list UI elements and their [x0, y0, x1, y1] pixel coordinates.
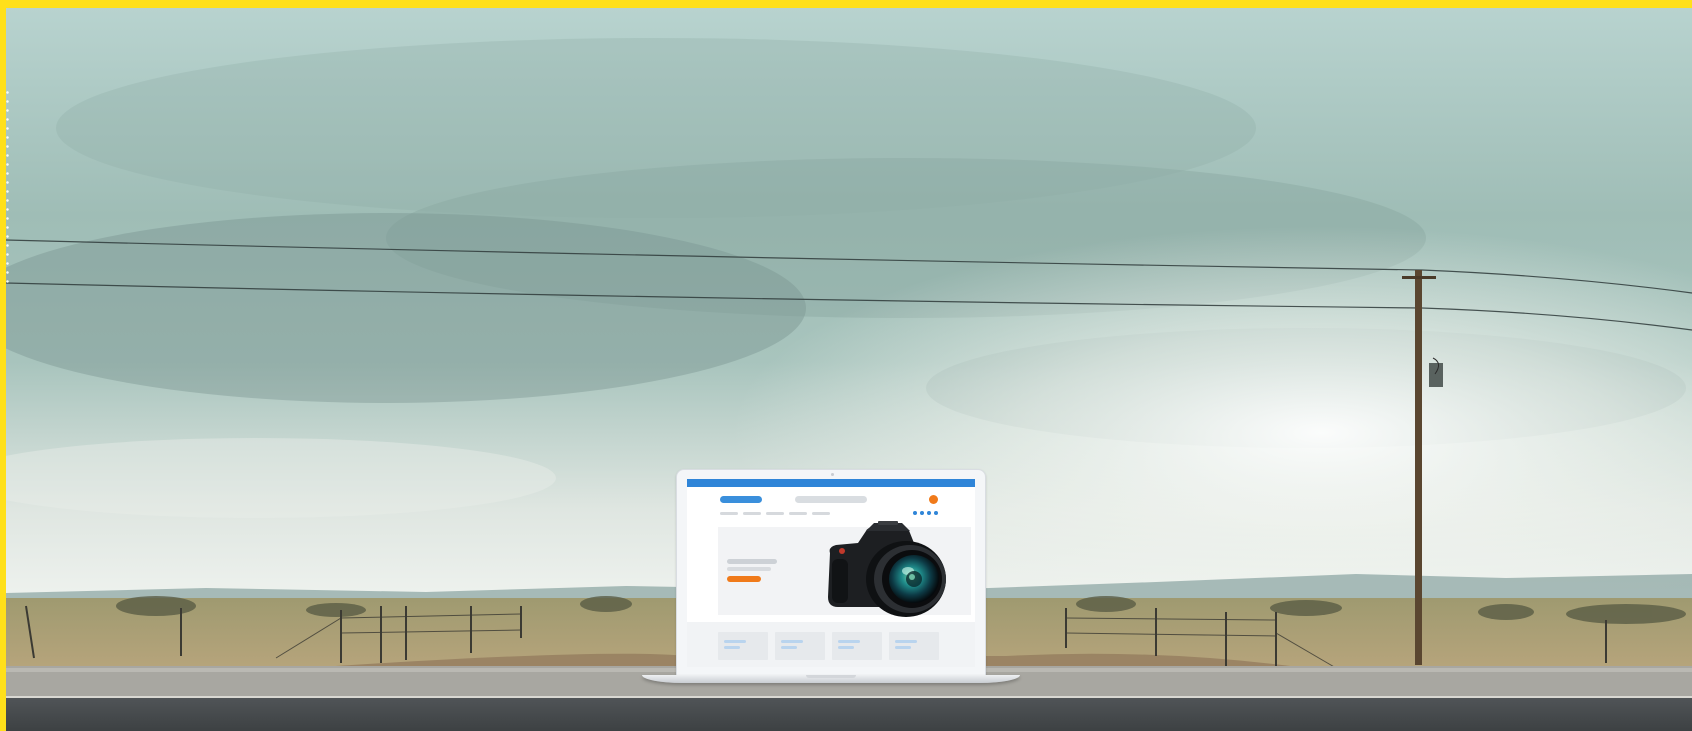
laptop-notch — [806, 675, 856, 678]
hero-text-placeholder — [727, 567, 771, 571]
laptop-mockup — [642, 469, 1020, 685]
laptop-screen — [687, 479, 975, 667]
site-nav-item — [766, 512, 784, 515]
site-search-bar — [795, 496, 867, 503]
hero-cta-button — [727, 576, 761, 582]
site-top-bar — [687, 479, 975, 487]
site-logo — [720, 496, 762, 503]
site-nav-item — [743, 512, 761, 515]
dslr-camera-icon — [828, 521, 946, 617]
product-card — [832, 632, 882, 660]
landscape-scene — [6, 8, 1692, 731]
webcam-dot — [831, 473, 834, 476]
product-card — [718, 632, 768, 660]
site-nav-item — [789, 512, 807, 515]
left-dotted-rail — [6, 88, 9, 288]
product-card — [889, 632, 939, 660]
site-nav — [720, 512, 830, 515]
cart-icon — [929, 495, 938, 504]
banner-frame — [0, 0, 1692, 731]
hero-heading-placeholder — [727, 559, 777, 564]
site-hero-banner — [718, 521, 971, 617]
site-product-cards — [687, 622, 975, 667]
laptop-lid — [676, 469, 986, 679]
site-nav-item — [720, 512, 738, 515]
product-card — [775, 632, 825, 660]
